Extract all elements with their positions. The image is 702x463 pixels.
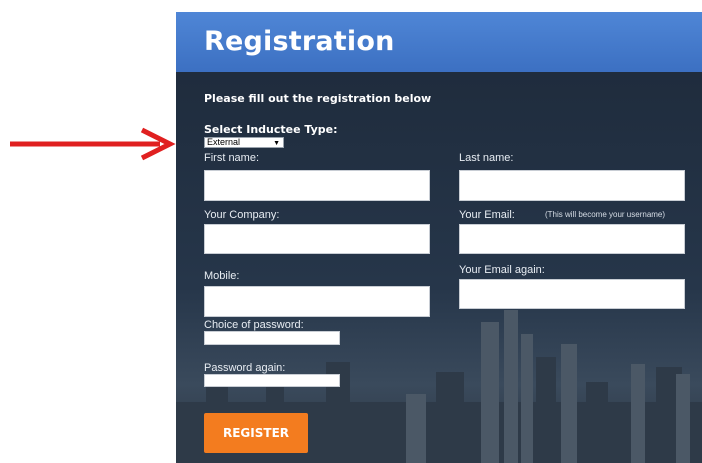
form-intro: Please fill out the registration below <box>204 92 432 105</box>
first-name-input[interactable] <box>204 170 430 201</box>
mobile-label: Mobile: <box>204 270 240 282</box>
email-label: Your Email: <box>459 209 515 221</box>
email-username-note: (This will become your username) <box>545 210 666 219</box>
password-again-label: Password again: <box>204 362 286 374</box>
registration-panel: Registration Please fill out the registr… <box>176 12 702 463</box>
register-button[interactable]: REGISTER <box>204 413 308 453</box>
red-arrow-right-icon <box>10 127 176 161</box>
password-again-input[interactable] <box>204 374 340 387</box>
password-label: Choice of password: <box>204 319 304 331</box>
panel-header: Registration <box>176 12 702 72</box>
inductee-type-value: External <box>207 137 241 147</box>
inductee-type-label: Select Inductee Type: <box>204 123 338 136</box>
page-title: Registration <box>204 26 395 57</box>
password-input[interactable] <box>204 331 340 345</box>
last-name-input[interactable] <box>459 170 685 201</box>
first-name-label: First name: <box>204 152 260 164</box>
caret-down-icon: ▼ <box>273 140 280 147</box>
last-name-label: Last name: <box>459 152 514 164</box>
email-input[interactable] <box>459 224 685 254</box>
company-input[interactable] <box>204 224 430 254</box>
email-again-label: Your Email again: <box>459 264 545 276</box>
inductee-type-select[interactable]: External ▼ <box>204 137 284 148</box>
email-again-input[interactable] <box>459 279 685 309</box>
mobile-input[interactable] <box>204 286 430 317</box>
company-label: Your Company: <box>204 209 280 221</box>
